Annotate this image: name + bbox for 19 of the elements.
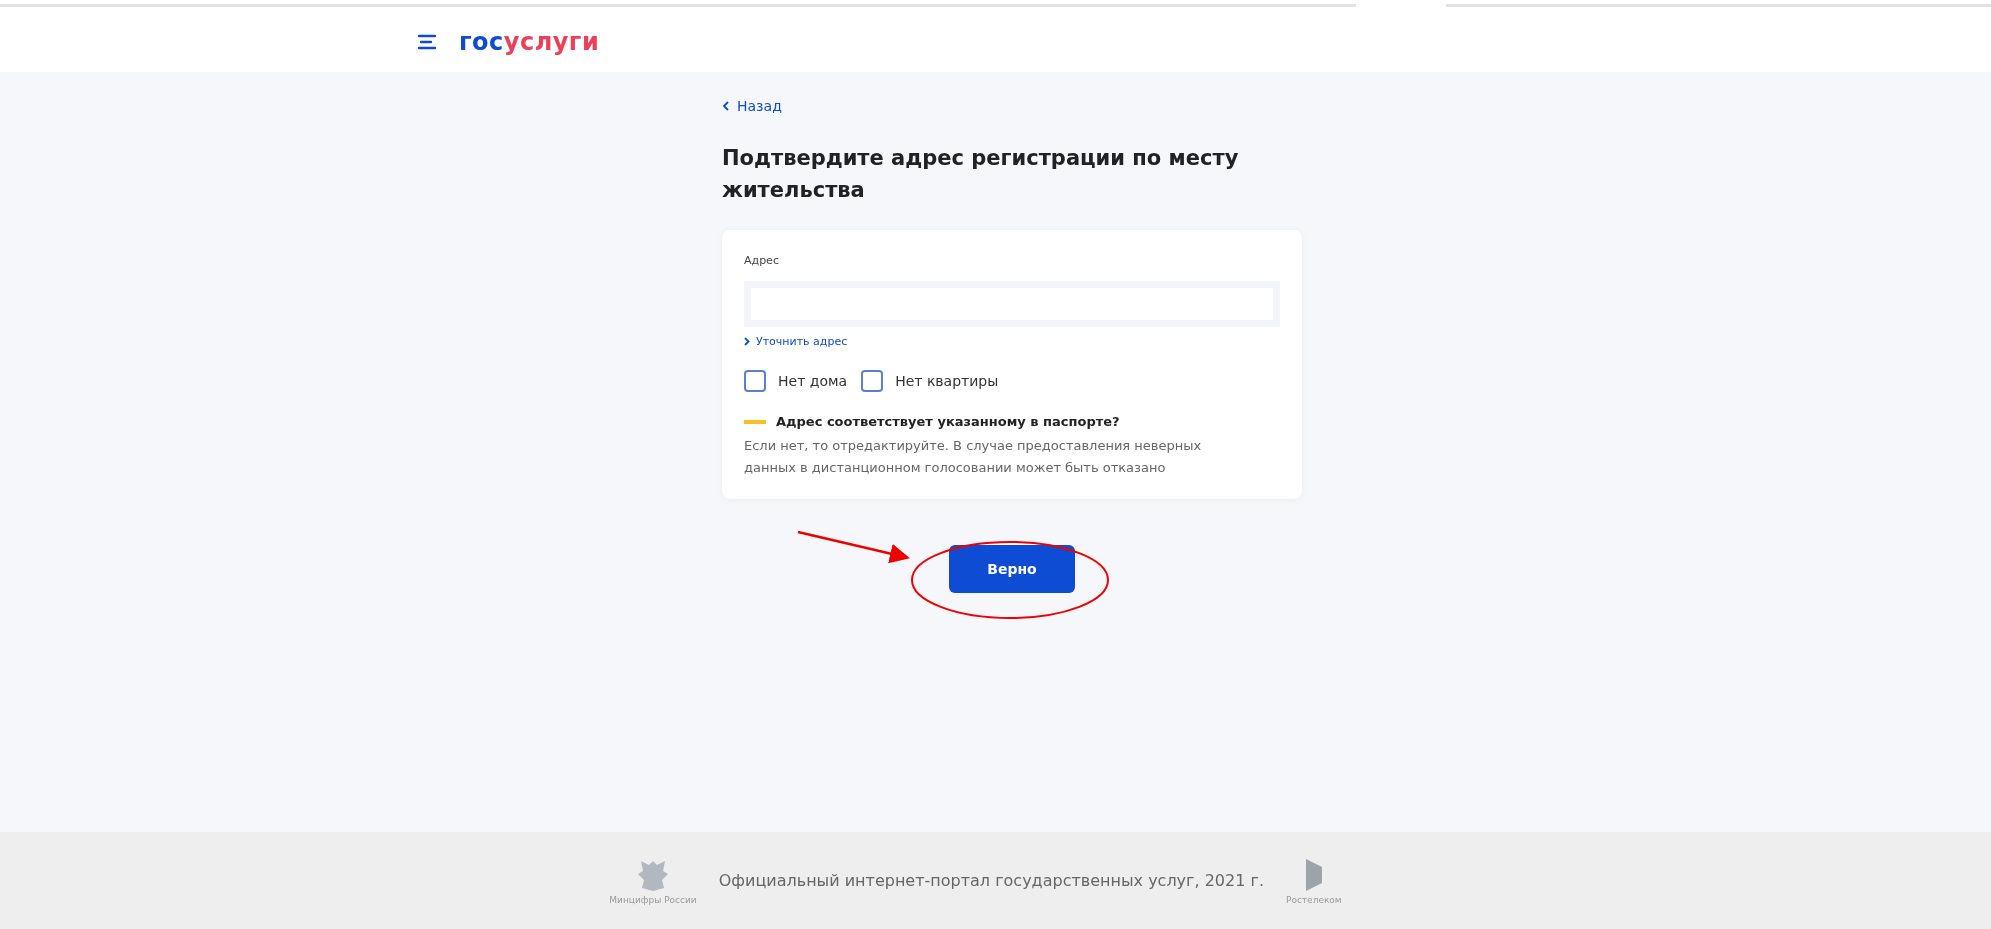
- confirm-button[interactable]: Верно: [949, 545, 1075, 593]
- notice-dash-icon: [744, 419, 766, 424]
- clarify-link[interactable]: Уточнить адрес: [744, 335, 848, 348]
- footer-text: Официальный интернет-портал государственных услуг, 2021 г.: [718, 871, 1264, 890]
- logo-caption: Ростелеком: [1285, 894, 1342, 905]
- checkbox-label: Нет квартиры: [895, 373, 999, 389]
- field-label: Адрес: [744, 254, 780, 267]
- logo-caption: Минцифры России: [609, 894, 697, 905]
- chevron-right-icon: [744, 337, 750, 346]
- site-logo[interactable]: госуслуги: [459, 28, 600, 56]
- back-link[interactable]: Назад: [722, 98, 782, 114]
- notice-title: Адрес соответствует указанному в паспорте?: [776, 414, 1120, 429]
- checkbox[interactable]: [744, 370, 766, 392]
- checkbox-label: Нет дома: [778, 373, 848, 389]
- checkbox[interactable]: [861, 370, 884, 392]
- notice-text: Если нет, то отредактируйте. В случае предоставления неверных данных в дистанционном голосовании может быть отказано: [744, 437, 1203, 477]
- menu-icon[interactable]: [417, 34, 437, 50]
- chevron-left-icon: [722, 101, 729, 111]
- page-title: Подтвердите адрес регистрации по месту жительства: [722, 145, 1240, 204]
